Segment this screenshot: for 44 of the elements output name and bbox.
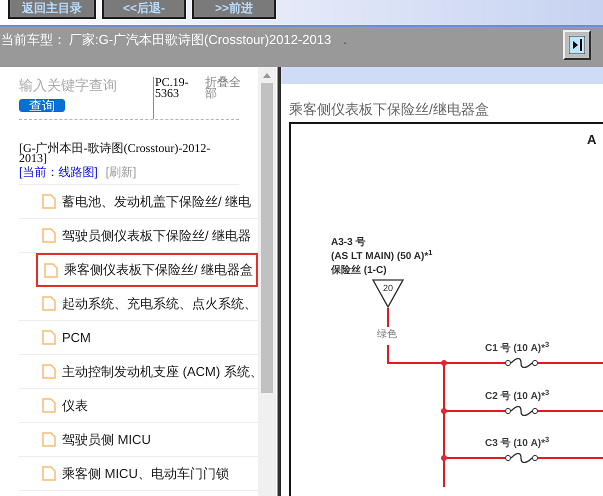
document-icon	[44, 262, 58, 278]
scroll-up-icon[interactable]	[262, 71, 272, 79]
fuse-label: C3 号 (10 A)*$^{3}$	[485, 438, 550, 450]
fuse-label: C2 号 (10 A)*$^{3}$	[485, 391, 550, 403]
tree-item[interactable]: 蓄电池、发动机盖下保险丝/ 继电	[19, 185, 258, 219]
model-heading: [G-广州本田-歌诗图(Crosstour)-2012-2013]	[19, 143, 212, 163]
tree-item[interactable]: 乘客侧 MICU、电动车门门锁	[19, 457, 258, 491]
tree-item[interactable]: 仪表	[19, 389, 258, 423]
tree-item[interactable]: 起动系统、充电系统、点火系统、	[19, 287, 258, 321]
collapse-all-link[interactable]: 折叠全部	[205, 77, 245, 119]
wire-color-label: 绿色	[377, 329, 397, 341]
source-fuse-label: 保险丝 (1-C)	[331, 265, 387, 277]
scroll-thumb[interactable]	[261, 83, 273, 393]
document-icon	[42, 398, 56, 413]
search-button[interactable]: 查询	[19, 99, 65, 112]
vehicle-model: 厂家:G-广汽本田歌诗图(Crosstour)2012-2013	[69, 31, 332, 49]
source-fuse-label: A3-3 号	[331, 237, 366, 249]
document-icon	[42, 194, 56, 209]
document-icon	[42, 330, 56, 345]
document-icon	[42, 228, 56, 243]
tree-item[interactable]: 主动控制发动机支座 (ACM) 系统、	[19, 355, 258, 389]
document-icon	[42, 466, 56, 481]
fuse-symbol	[505, 406, 538, 416]
source-fuse-label: (AS LT MAIN) (50 A)*$^{1}$	[331, 251, 432, 263]
tree-item[interactable]: 驾驶员侧仪表板下保险丝/ 继电器	[19, 219, 258, 253]
tree-item[interactable]: PCM	[19, 321, 258, 355]
part-code: PC.19-5363	[153, 77, 205, 119]
connector-number: 20	[383, 283, 393, 293]
current-view-link[interactable]: [当前：线路图]	[19, 166, 98, 178]
panel-toggle-button[interactable]	[563, 30, 591, 60]
document-icon	[42, 432, 56, 447]
document-icon	[42, 296, 56, 311]
fuse-symbol	[505, 452, 538, 464]
fuse-label: C1 号 (10 A)*$^{3}$	[485, 343, 550, 355]
document-icon	[42, 364, 56, 379]
vehicle-mark: .	[343, 31, 347, 49]
tree-item[interactable]: 驾驶员侧 MICU	[19, 423, 258, 457]
fuse-symbol	[505, 358, 538, 368]
vehicle-label: 当前车型：	[1, 31, 66, 49]
diagram-title: 乘客侧仪表板下保险丝/继电器盒	[289, 100, 490, 118]
arrow-icon	[569, 36, 585, 54]
diagram-label: A	[587, 131, 596, 149]
scrollbar[interactable]	[258, 67, 276, 496]
tree-item[interactable]: 乘客侧仪表板下保险丝/ 继电器盒	[36, 253, 258, 287]
